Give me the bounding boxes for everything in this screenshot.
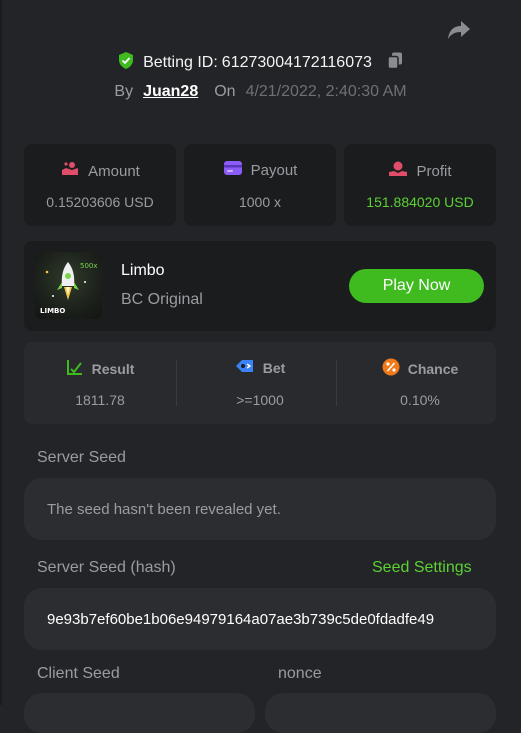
username-link[interactable]: Juan28 <box>143 83 198 101</box>
server-seed-label: Server Seed <box>37 449 126 466</box>
chance-percent-icon <box>382 358 400 379</box>
server-seed-field[interactable]: The seed hasn't been revealed yet. <box>24 478 496 540</box>
nonce-label: nonce <box>278 665 322 682</box>
payout-value: 1000 x <box>238 194 282 210</box>
bet-label: Bet <box>262 359 286 376</box>
betting-id-label: Betting ID: <box>143 54 218 71</box>
on-label: On <box>214 83 236 100</box>
play-now-button[interactable]: Play Now <box>349 269 484 303</box>
client-seed-field[interactable] <box>24 693 255 733</box>
bet-column: Bet >=1000 <box>184 342 336 424</box>
result-label: Result <box>91 360 135 377</box>
result-value: 1811.78 <box>75 392 125 408</box>
betting-id-value: 61273004172116073 <box>221 54 372 71</box>
profit-card: Profit 151.884020 USD <box>344 144 496 226</box>
thumb-title: LIMBO <box>40 307 65 315</box>
result-card: Result 1811.78 Bet >=1000 Chance 0.10% <box>24 342 496 424</box>
result-divider <box>176 360 177 406</box>
game-subtitle: BC Original <box>121 291 203 308</box>
bet-divider <box>336 360 337 406</box>
limbo-thumbnail[interactable]: 500x LIMBO <box>35 252 102 319</box>
betting-id-row: Betting ID: 61273004172116073 <box>0 52 521 74</box>
verified-shield-icon <box>117 51 135 75</box>
seed-settings-link[interactable]: Seed Settings <box>372 559 472 577</box>
panel-edge <box>0 0 2 705</box>
share-icon[interactable] <box>446 18 472 42</box>
chance-column: Chance 0.10% <box>344 342 496 424</box>
chance-label: Chance <box>407 360 459 377</box>
payout-label: Payout <box>250 161 298 179</box>
profit-label: Profit <box>416 162 452 180</box>
game-card: 500x LIMBO Limbo BC Original Play Now <box>24 241 496 331</box>
server-seed-hash-value: 9e93b7ef60be1b06e94979164a07ae3b739c5de0… <box>47 610 435 628</box>
author-row: By Juan28 On 4/21/2022, 2:40:30 AM <box>0 81 521 103</box>
result-check-icon <box>66 358 84 379</box>
profit-icon <box>388 160 408 182</box>
bet-details-panel: Betting ID: 61273004172116073 By Juan28 … <box>0 0 521 733</box>
amount-icon <box>60 160 80 182</box>
result-column: Result 1811.78 <box>24 342 176 424</box>
amount-label: Amount <box>88 162 140 180</box>
amount-card: Amount 0.15203606 USD <box>24 144 176 226</box>
client-seed-label: Client Seed <box>37 665 120 682</box>
server-seed-hash-field[interactable]: 9e93b7ef60be1b06e94979164a07ae3b739c5de0… <box>24 588 496 650</box>
by-label: By <box>114 83 134 100</box>
copy-icon[interactable] <box>386 51 404 75</box>
game-name: Limbo <box>121 262 165 279</box>
amount-value: 0.15203606 USD <box>46 194 154 210</box>
bet-tag-icon <box>235 358 255 377</box>
thumb-multiplier: 500x <box>80 262 98 270</box>
payout-card-icon <box>223 160 243 180</box>
profit-value: 151.884020 USD <box>366 194 474 210</box>
nonce-field[interactable] <box>265 693 496 733</box>
chance-value: 0.10% <box>400 392 440 408</box>
server-seed-hash-label: Server Seed (hash) <box>37 559 176 576</box>
payout-card: Payout 1000 x <box>184 144 336 226</box>
bet-value: >=1000 <box>236 392 284 408</box>
bet-datetime: 4/21/2022, 2:40:30 AM <box>245 83 407 100</box>
